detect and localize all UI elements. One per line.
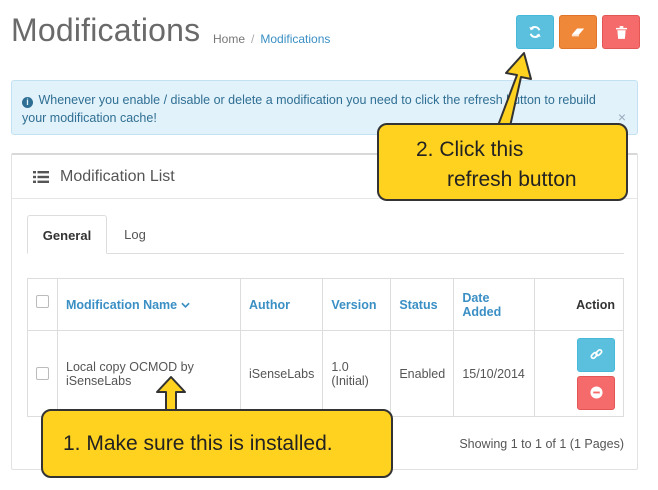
refresh-button[interactable] [516, 15, 554, 49]
trash-icon [615, 25, 627, 39]
pagination-summary: Showing 1 to 1 of 1 (1 Pages) [459, 437, 624, 451]
link-icon [590, 348, 602, 360]
cell-name: Local copy OCMOD by iSenseLabs [57, 330, 241, 417]
header-name-label: Modification Name [66, 297, 178, 312]
panel-title: Modification List [60, 168, 175, 185]
header-author[interactable]: Author [239, 278, 324, 331]
header-status[interactable]: Status [390, 278, 455, 331]
cell-version: 1.0 (Initial) [322, 330, 392, 417]
breadcrumb-home[interactable]: Home [213, 32, 245, 46]
header-action: Action [534, 278, 624, 331]
cell-status: Enabled [390, 330, 455, 417]
refresh-icon [529, 26, 541, 38]
chevron-down-icon [180, 302, 190, 308]
breadcrumb-separator: / [251, 32, 255, 46]
callout-make-sure-installed: 1. Make sure this is installed. [41, 409, 393, 478]
eraser-icon [571, 28, 585, 37]
info-icon: i [22, 97, 33, 108]
breadcrumb-modifications[interactable]: Modifications [260, 32, 330, 46]
callout-2-line2: refresh button [447, 168, 577, 191]
minus-circle-icon [589, 386, 603, 399]
header-date-added[interactable]: Date Added [453, 278, 536, 331]
page-title: Modifications [11, 12, 201, 48]
select-all-checkbox[interactable] [36, 295, 49, 308]
select-all-cell [27, 278, 58, 331]
row-checkbox[interactable] [36, 367, 49, 380]
clear-log-button[interactable] [559, 15, 597, 49]
callout-click-refresh: 2. Click this refresh button [377, 123, 628, 201]
delete-button[interactable] [602, 15, 640, 49]
tab-general[interactable]: General [27, 215, 107, 254]
link-button[interactable] [577, 337, 615, 372]
header-name[interactable]: Modification Name [57, 278, 241, 331]
cell-date-added: 15/10/2014 [453, 330, 536, 417]
uninstall-button[interactable] [577, 375, 615, 410]
tab-log[interactable]: Log [112, 215, 158, 254]
modification-table: Modification Name Author Version Status … [27, 278, 624, 417]
breadcrumb: Home / Modifications [213, 32, 330, 46]
tab-bar: General Log [27, 215, 624, 254]
header-version[interactable]: Version [322, 278, 392, 331]
cell-author: iSenseLabs [239, 330, 324, 417]
table-header-row: Modification Name Author Version Status … [27, 278, 624, 331]
list-icon [33, 171, 49, 183]
table-row: Local copy OCMOD by iSenseLabs iSenseLab… [27, 330, 624, 417]
alert-text: Whenever you enable / disable or delete … [22, 93, 596, 125]
callout-2-line1: 2. Click this [416, 138, 524, 161]
cell-action [534, 330, 624, 417]
row-select-cell [27, 330, 58, 417]
